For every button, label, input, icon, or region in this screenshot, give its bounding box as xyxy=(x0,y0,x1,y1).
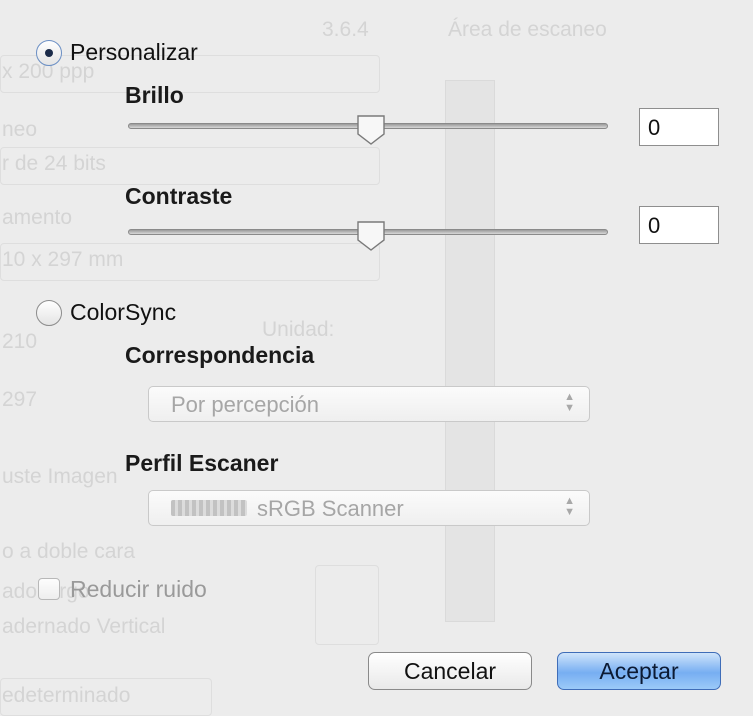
matching-label: Correspondencia xyxy=(125,342,315,368)
contrast-value-field[interactable]: 0 xyxy=(639,206,719,244)
custom-radio-label: Personalizar xyxy=(70,39,198,65)
profile-popup-value: sRGB Scanner xyxy=(257,496,404,521)
accept-button[interactable]: Aceptar xyxy=(557,652,721,690)
colorsync-radio[interactable] xyxy=(36,300,62,326)
custom-radio[interactable] xyxy=(36,40,62,66)
brightness-label: Brillo xyxy=(125,82,184,108)
contrast-label: Contraste xyxy=(125,183,233,209)
popup-arrows-icon: ▲ ▼ xyxy=(564,495,575,518)
colorsync-radio-label: ColorSync xyxy=(70,299,177,325)
matching-popup[interactable]: Por percepción ▲ ▼ xyxy=(148,386,590,422)
brightness-slider-knob[interactable] xyxy=(356,114,386,146)
brightness-value-field[interactable]: 0 xyxy=(639,108,719,146)
popup-arrows-icon: ▲ ▼ xyxy=(564,391,575,414)
profile-popup[interactable]: sRGB Scanner ▲ ▼ xyxy=(148,490,590,526)
redacted-brand-logo xyxy=(171,500,247,516)
matching-popup-value: Por percepción xyxy=(171,392,319,417)
radio-selected-dot xyxy=(45,49,53,57)
noise-reduction-checkbox[interactable] xyxy=(38,578,60,600)
profile-label: Perfil Escaner xyxy=(125,450,279,476)
contrast-slider-knob[interactable] xyxy=(356,220,386,252)
image-adjust-sheet: Personalizar Brillo 0 Contraste 0 ColorS… xyxy=(0,0,753,711)
cancel-button[interactable]: Cancelar xyxy=(368,652,532,690)
noise-reduction-label: Reducir ruido xyxy=(70,576,207,602)
